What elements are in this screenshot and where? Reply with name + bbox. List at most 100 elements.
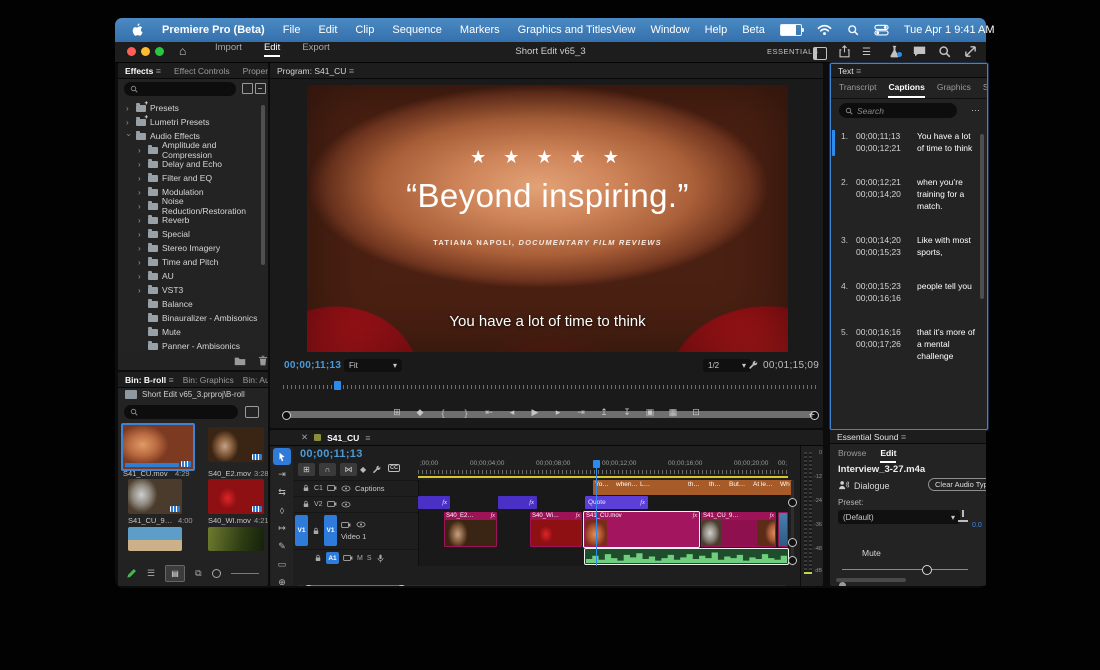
tab-effect-controls[interactable]: Effect Controls (174, 66, 230, 76)
button-editor-plus[interactable]: + (809, 409, 815, 421)
tab-properties[interactable]: Propertie (243, 66, 268, 76)
track-target-v1[interactable]: V1 (324, 515, 337, 546)
track-badge-icon[interactable] (327, 484, 337, 492)
text-panel-tab[interactable]: Text ≡ (838, 66, 861, 76)
track-target-a1[interactable]: A1 (326, 552, 339, 564)
menubar-item[interactable]: Sequence (392, 24, 442, 36)
lock-icon[interactable] (302, 484, 310, 492)
close-sequence-icon[interactable]: ✕ (301, 432, 308, 443)
menubar-item[interactable]: Premiere Pro (Beta) (162, 24, 265, 36)
menubar-item[interactable]: Edit (318, 24, 337, 36)
linked-selection-button[interactable]: ⋈ (340, 463, 357, 476)
tree-item-vst3[interactable]: › VST3 (118, 283, 268, 297)
track-label[interactable]: C1 (314, 485, 323, 492)
menubar-clock[interactable]: Tue Apr 1 9:41 AM (904, 24, 995, 36)
list-view-icon[interactable]: ☰ (147, 568, 155, 579)
timeline-playhead[interactable] (596, 460, 597, 566)
multi-view[interactable]: ⊡ (688, 407, 704, 418)
export-frame[interactable]: ▣ (642, 407, 658, 418)
track-select-forward-tool[interactable]: ⇥ (273, 466, 291, 483)
mark-in[interactable]: { (435, 408, 451, 418)
tree-item-time-pitch[interactable]: › Time and Pitch (118, 255, 268, 269)
timeline-vscrollbar[interactable] (791, 480, 794, 566)
timeline-settings-wrench-icon[interactable] (372, 465, 382, 475)
gain-value[interactable]: 0.0 (972, 522, 982, 529)
snap-button[interactable]: ∩ (319, 463, 336, 476)
menubar-item[interactable]: Graphics and Titles (518, 24, 612, 36)
lock-icon[interactable] (314, 554, 322, 562)
video-clip-s41-cu-9[interactable]: S41_CU_9…fx (701, 512, 776, 547)
caption-clip[interactable] (661, 480, 688, 495)
timeline-current-timecode[interactable]: 00;00;11;13 (300, 448, 363, 460)
source-patch-v1[interactable]: V1 (295, 515, 308, 546)
captions-options-icon[interactable]: ⋯ (971, 105, 981, 116)
quick-export-icon[interactable] (838, 45, 851, 58)
panel-menu-icon[interactable]: ≡ (365, 433, 370, 443)
video-clip-s41-cu[interactable]: S41_CU.movfx (584, 512, 699, 547)
voiceover-mic-icon[interactable] (376, 554, 385, 563)
tree-item-mute[interactable]: › Mute (118, 325, 268, 339)
edit-pencil-icon[interactable] (126, 568, 137, 579)
program-current-timecode[interactable]: 00;00;11;13 (284, 360, 341, 371)
track-resize-knob[interactable] (788, 556, 797, 565)
clip-name[interactable]: S40_E2.mov (208, 469, 251, 478)
tab-captions[interactable]: Captions (888, 82, 924, 98)
captions-search[interactable]: Search (839, 103, 957, 118)
bin-breadcrumb[interactable]: Short Edit v65_3.prproj\B-roll (142, 390, 245, 399)
nest-button[interactable]: ⊞ (298, 463, 315, 476)
solo-track-button[interactable]: S (367, 555, 372, 562)
accelerated-effects-filter-icon[interactable] (242, 83, 253, 94)
delete-icon[interactable] (258, 355, 268, 366)
tab-s4[interactable]: S4 (983, 82, 988, 98)
caption-text[interactable]: You have a lot of time to think (917, 130, 975, 154)
caption-timecodes[interactable]: 00;00;14;2000;00;15;23 (856, 234, 912, 258)
zoom-level-dropdown[interactable]: Fit▾ (344, 359, 402, 372)
audio-effects-filter-icon[interactable] (255, 83, 266, 94)
menubar-item[interactable]: Clip (355, 24, 374, 36)
tab-effects[interactable]: Effects ≡ (125, 66, 161, 76)
caption-timecodes[interactable]: 00;00;11;1300;00;12;21 (856, 130, 912, 154)
tree-item-au[interactable]: › AU (118, 269, 268, 283)
battery-icon[interactable] (780, 24, 802, 36)
bin-clip-s41-cu-9[interactable] (128, 479, 182, 514)
step-back[interactable]: ◂ (504, 407, 520, 418)
menubar-item[interactable]: Help (705, 24, 728, 36)
lock-icon[interactable] (312, 527, 320, 535)
lift[interactable]: ↥ (596, 407, 612, 418)
hand-tool[interactable]: ⊕ (273, 574, 291, 586)
fx-clip[interactable]: fx (498, 496, 537, 509)
tab-transcript[interactable]: Transcript (839, 82, 876, 98)
caption-row[interactable]: 2. 00;00;12;2100;00;14;20 when you’re tr… (841, 176, 975, 212)
audio-type-label[interactable]: Dialogue (854, 481, 890, 491)
clip-name[interactable]: S41_CU.mov (123, 469, 168, 478)
tree-item-noise-reduction[interactable]: › Noise Reduction/Restoration (118, 199, 268, 213)
program-video-frame[interactable]: ★ ★ ★ ★ ★ “Beyond inspiring.” TATIANA NA… (307, 85, 788, 352)
tab-edit[interactable]: Edit (880, 448, 896, 463)
slip-tool[interactable]: ↦ (273, 520, 291, 537)
tab-bin-graphics[interactable]: Bin: Graphics (183, 375, 234, 385)
control-center-icon[interactable] (874, 24, 889, 36)
caption-row[interactable]: 5. 00;00;16;1600;00;17;26 that it’s more… (841, 326, 975, 362)
track-badge-icon[interactable] (327, 500, 337, 508)
effects-scrollbar[interactable] (261, 105, 265, 265)
tree-item-special[interactable]: › Special (118, 227, 268, 241)
caption-text[interactable]: people tell you (917, 280, 975, 304)
caption-row[interactable]: 1. 00;00;11;1300;00;12;21 You have a lot… (841, 130, 975, 154)
clip-name[interactable]: S41_CU_9… (128, 516, 172, 525)
track-badge-icon[interactable] (343, 554, 353, 562)
add-marker-button[interactable]: ◆ (360, 465, 366, 474)
icon-view-icon[interactable]: ▤ (165, 565, 185, 582)
menubar-item[interactable]: View (612, 24, 636, 36)
timeline-hscrollbar[interactable] (296, 585, 788, 586)
play[interactable]: ▶ (527, 407, 543, 418)
fullscreen-icon[interactable] (964, 45, 977, 58)
eye-icon[interactable] (341, 501, 351, 508)
video-clip-partial[interactable] (778, 512, 788, 547)
captions-visibility-button[interactable]: CC (388, 464, 400, 472)
selection-tool[interactable] (273, 448, 291, 465)
panel-menu-icon[interactable]: ≡ (349, 66, 354, 76)
mark-out[interactable]: } (458, 408, 474, 418)
essential-sound-scrollbar[interactable] (836, 578, 906, 582)
extract[interactable]: ↧ (619, 407, 635, 418)
sequence-tab[interactable]: S41_CU (327, 433, 359, 443)
